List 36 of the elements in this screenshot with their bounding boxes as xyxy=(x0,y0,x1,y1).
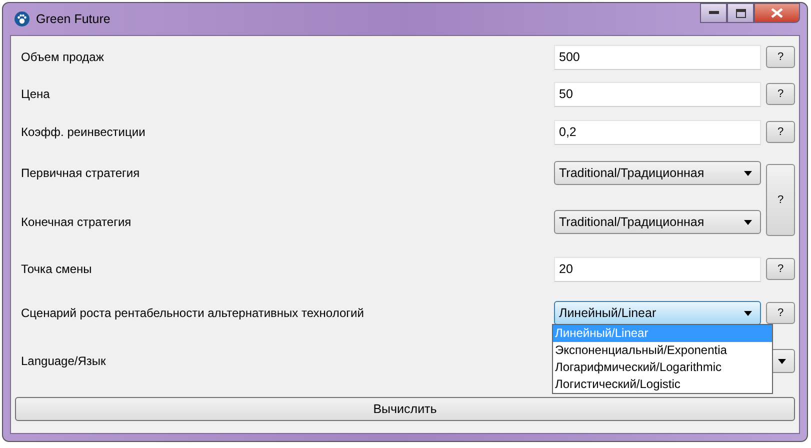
field-label: Конечная стратегия xyxy=(21,214,132,231)
field-label: Объем продаж xyxy=(21,49,105,66)
maximize-button[interactable] xyxy=(727,3,754,23)
field-label: Сценарий роста рентабельности альтернативных технологий xyxy=(21,305,365,322)
text-field[interactable]: 50 xyxy=(554,82,761,106)
field-label: Точка смены xyxy=(21,261,93,278)
text-field[interactable]: 500 xyxy=(554,44,761,70)
window-title: Green Future xyxy=(36,10,110,28)
help-button[interactable]: ? xyxy=(766,121,795,143)
minimize-button[interactable] xyxy=(700,3,727,23)
help-button[interactable]: ? xyxy=(766,46,795,68)
help-button[interactable]: ? xyxy=(766,83,795,105)
close-icon xyxy=(771,8,783,18)
caret-icon xyxy=(744,220,752,224)
maximize-icon xyxy=(736,8,746,18)
help-button[interactable]: ? xyxy=(766,258,795,280)
minimize-icon xyxy=(708,11,718,15)
caret-icon xyxy=(744,310,752,316)
field-label: Коэфф. реинвестиции xyxy=(21,124,146,141)
paw-icon xyxy=(14,11,30,27)
help-button[interactable]: ? xyxy=(766,164,795,236)
dropdown[interactable]: Traditional/Традиционная xyxy=(554,161,761,185)
help-button[interactable]: ? xyxy=(766,302,795,324)
dropdown-option[interactable]: Логистический/Logistic xyxy=(553,376,772,393)
dropdown[interactable]: Traditional/Традиционная xyxy=(554,210,761,234)
text-field[interactable]: 0,2 xyxy=(554,120,761,144)
text-field[interactable]: 20 xyxy=(554,256,761,282)
close-button[interactable] xyxy=(754,3,800,23)
dropdown-option[interactable]: Логарифмический/Logarithmic xyxy=(553,359,772,376)
caret-icon xyxy=(778,358,786,364)
field-label: Language/Язык xyxy=(21,353,107,370)
caret-icon xyxy=(744,170,752,176)
dropdown-option[interactable]: Экспоненциальный/Exponentia xyxy=(553,342,772,359)
field-label: Первичная стратегия xyxy=(21,165,141,182)
field-label: Цена xyxy=(21,86,51,103)
compute-button[interactable]: Вычислить xyxy=(15,397,795,421)
